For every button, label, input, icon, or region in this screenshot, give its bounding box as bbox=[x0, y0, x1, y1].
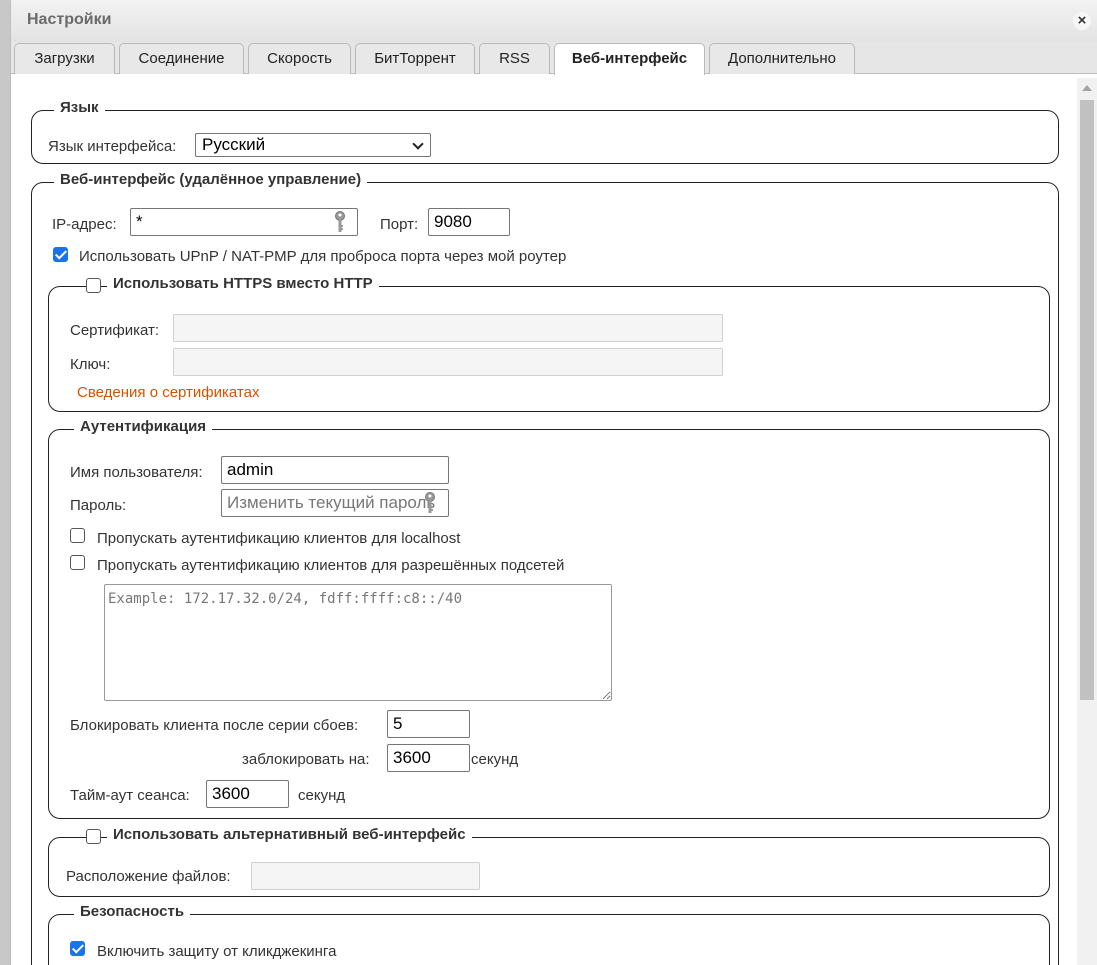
tab-speed[interactable]: Скорость bbox=[248, 43, 351, 74]
tab-downloads[interactable]: Загрузки bbox=[14, 43, 115, 74]
key-label: Ключ: bbox=[70, 356, 111, 373]
https-legend: Использовать HTTPS вместо HTTP bbox=[107, 275, 379, 292]
session-timeout-input[interactable] bbox=[206, 780, 289, 808]
bypass-subnets-label: Пропускать аутентификацию клиентов для р… bbox=[97, 557, 565, 574]
ban-duration-label: заблокировать на: bbox=[242, 751, 370, 768]
https-checkbox[interactable] bbox=[86, 278, 101, 293]
settings-window: Настройки × Загрузки Соединение Скорость… bbox=[10, 0, 1097, 965]
ip-address-label: IP-адрес: bbox=[52, 216, 117, 233]
scrollbar[interactable] bbox=[1077, 78, 1097, 965]
tab-webui[interactable]: Веб-интерфейс bbox=[554, 43, 705, 75]
bypass-localhost-label: Пропускать аутентификацию клиентов для l… bbox=[97, 530, 461, 547]
https-section: Использовать HTTPS вместо HTTP Сертифика… bbox=[48, 275, 1050, 412]
scroll-up-icon[interactable] bbox=[1082, 85, 1092, 91]
ban-duration-input[interactable] bbox=[387, 744, 470, 772]
ban-after-input[interactable] bbox=[387, 710, 470, 738]
password-label: Пароль: bbox=[70, 497, 127, 514]
bypass-localhost-checkbox[interactable] bbox=[70, 528, 85, 543]
username-input[interactable] bbox=[221, 456, 449, 484]
interface-language-select[interactable]: Русский bbox=[195, 133, 431, 157]
webui-section: Веб-интерфейс (удалённое управление) IP-… bbox=[31, 171, 1059, 965]
ban-duration-unit: секунд bbox=[471, 751, 519, 768]
auth-section: Аутентификация Имя пользователя: Пароль:… bbox=[48, 418, 1050, 819]
webui-legend: Веб-интерфейс (удалённое управление) bbox=[54, 171, 368, 188]
alt-webui-legend: Использовать альтернативный веб-интерфей… bbox=[107, 826, 472, 843]
interface-language-value: Русский bbox=[202, 135, 266, 154]
window-title: Настройки bbox=[27, 11, 112, 28]
tab-bittorrent[interactable]: БитТоррент bbox=[355, 43, 475, 74]
alt-webui-section: Использовать альтернативный веб-интерфей… bbox=[48, 826, 1050, 897]
files-location-label: Расположение файлов: bbox=[66, 868, 231, 885]
tab-advanced[interactable]: Дополнительно bbox=[709, 43, 855, 74]
certificate-input[interactable] bbox=[173, 314, 723, 342]
ip-address-input[interactable] bbox=[130, 208, 358, 236]
security-legend: Безопасность bbox=[74, 903, 191, 920]
certificate-info-link[interactable]: Сведения о сертификатах bbox=[77, 384, 259, 401]
scroll-thumb[interactable] bbox=[1080, 100, 1094, 700]
key-input[interactable] bbox=[173, 348, 723, 376]
title-bar: Настройки × bbox=[11, 0, 1097, 42]
tab-bar: Загрузки Соединение Скорость БитТоррент … bbox=[11, 42, 1097, 75]
ban-after-label: Блокировать клиента после серии сбоев: bbox=[70, 717, 359, 734]
tab-rss[interactable]: RSS bbox=[479, 43, 550, 74]
tab-connection[interactable]: Соединение bbox=[119, 43, 244, 74]
clickjacking-checkbox[interactable] bbox=[70, 941, 85, 956]
chevron-down-icon bbox=[412, 138, 424, 150]
security-section: Безопасность Включить защиту от кликджек… bbox=[48, 903, 1050, 965]
port-label: Порт: bbox=[380, 216, 419, 233]
username-label: Имя пользователя: bbox=[70, 464, 203, 481]
auth-legend: Аутентификация bbox=[74, 418, 213, 435]
subnets-textarea[interactable] bbox=[104, 584, 612, 701]
bypass-subnets-checkbox[interactable] bbox=[70, 555, 85, 570]
files-location-input[interactable] bbox=[251, 862, 480, 890]
port-input[interactable] bbox=[428, 208, 510, 236]
upnp-label: Использовать UPnP / NAT-PMP для проброса… bbox=[79, 248, 567, 265]
language-section: Язык Язык интерфейса: Русский bbox=[31, 99, 1059, 164]
password-input[interactable] bbox=[221, 489, 449, 517]
password-key-icon bbox=[425, 492, 435, 513]
clickjacking-label: Включить защиту от кликджекинга bbox=[97, 943, 337, 960]
session-timeout-unit: секунд bbox=[298, 787, 346, 804]
alt-webui-checkbox[interactable] bbox=[86, 829, 101, 844]
close-icon[interactable]: × bbox=[1073, 12, 1091, 30]
language-legend: Язык bbox=[54, 99, 105, 116]
interface-language-label: Язык интерфейса: bbox=[48, 138, 177, 155]
upnp-checkbox[interactable] bbox=[53, 247, 68, 262]
session-timeout-label: Тайм-аут сеанса: bbox=[70, 787, 190, 804]
key-icon bbox=[335, 211, 345, 232]
certificate-label: Сертификат: bbox=[70, 322, 160, 339]
